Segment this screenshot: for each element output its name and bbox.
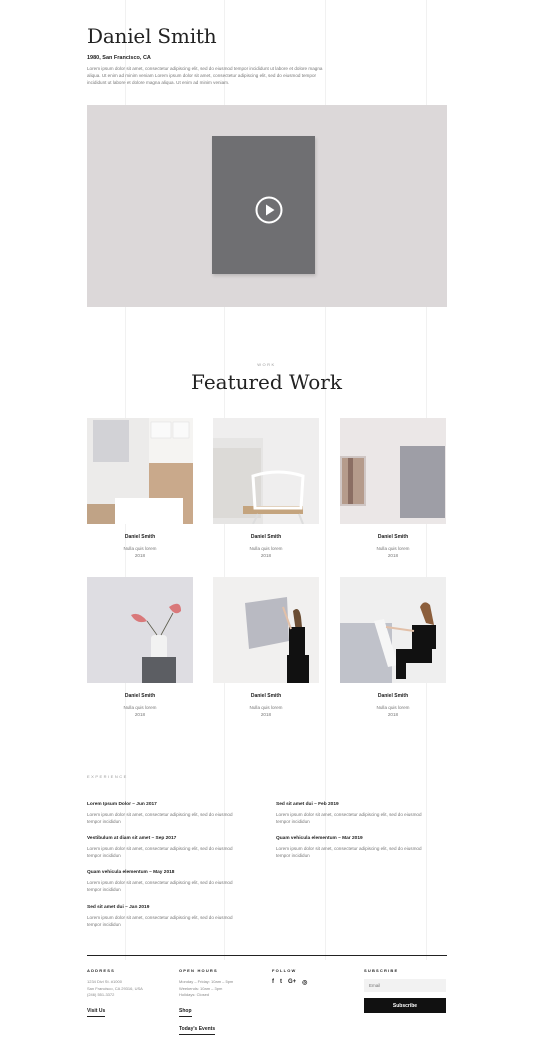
work-kicker: WORK — [257, 362, 276, 367]
work-card[interactable]: Daniel Smith Nulla quis lorem 2018 — [340, 577, 446, 718]
experience-item: Vestibulum at diam sit amet – Sep 2017 L… — [87, 836, 247, 859]
play-icon[interactable] — [255, 196, 283, 224]
featured-title: Featured Work — [191, 370, 342, 394]
experience-title: Quam vehicula elementum – May 2018 — [87, 870, 175, 875]
video-player[interactable] — [87, 105, 447, 307]
experience-body: Lorem ipsum dolor sit amet, consectetur … — [87, 915, 233, 927]
shop-link[interactable]: Shop — [179, 1008, 192, 1017]
work-card[interactable]: Daniel Smith Nulla quis lorem 2018 — [340, 418, 446, 559]
experience-title: Quam vehicula elementum – Mar 2019 — [276, 836, 363, 841]
footer-heading: OPEN HOURS — [179, 968, 218, 973]
twitter-icon[interactable]: t — [280, 979, 282, 986]
work-card-name: Daniel Smith — [124, 534, 156, 540]
work-card-subtitle: Nulla quis lorem 2018 — [123, 546, 157, 558]
work-card[interactable]: Daniel Smith Nulla quis lorem 2018 — [87, 577, 193, 718]
experience-body: Lorem ipsum dolor sit amet, consectetur … — [276, 812, 422, 824]
email-input[interactable] — [364, 979, 446, 992]
footer-heading: ADDRESS — [87, 968, 115, 973]
work-card-name: Daniel Smith — [377, 534, 409, 540]
footer-follow: FOLLOW f t G+ ◎ — [272, 968, 362, 986]
todays-events-link[interactable]: Today's Events — [179, 1026, 216, 1035]
experience-item: Quam vehicula elementum – May 2018 Lorem… — [87, 870, 247, 893]
intro-text: Lorem ipsum dolor sit amet, consectetur … — [87, 66, 323, 85]
work-image[interactable] — [213, 577, 319, 683]
experience-body: Lorem ipsum dolor sit amet, consectetur … — [87, 846, 233, 858]
subscribe-button[interactable]: Subscribe — [364, 998, 446, 1013]
experience-title: Sed sit amet dui – Jan 2019 — [87, 905, 150, 910]
experience-body: Lorem ipsum dolor sit amet, consectetur … — [87, 812, 233, 824]
visit-us-link[interactable]: Visit Us — [87, 1008, 106, 1017]
work-image[interactable] — [87, 577, 193, 683]
experience-body: Lorem ipsum dolor sit amet, consectetur … — [87, 880, 233, 892]
work-card-name: Daniel Smith — [377, 693, 409, 699]
experience-kicker: EXPERIENCE — [87, 774, 128, 779]
location: 1980, San Francisco, CA — [87, 55, 151, 61]
experience-title: Lorem Ipsum Dolor – Jun 2017 — [87, 802, 157, 807]
work-card-subtitle: Nulla quis lorem 2018 — [123, 705, 157, 717]
footer-divider — [87, 955, 447, 956]
work-image[interactable] — [213, 418, 319, 524]
hours-text: Monday – Friday: 10am – 5pm Weekends: 10… — [179, 979, 234, 997]
footer-subscribe: SUBSCRIBE Subscribe — [364, 968, 454, 1013]
work-image[interactable] — [87, 418, 193, 524]
work-card-subtitle: Nulla quis lorem 2018 — [376, 705, 410, 717]
work-card-name: Daniel Smith — [250, 534, 282, 540]
work-card[interactable]: Daniel Smith Nulla quis lorem 2018 — [213, 418, 319, 559]
footer-heading: SUBSCRIBE — [364, 968, 399, 973]
address-text: 1234 Divi St. #1000 San Francisco, CA 29… — [87, 979, 143, 997]
work-card-name: Daniel Smith — [250, 693, 282, 699]
footer-address: ADDRESS 1234 Divi St. #1000 San Francisc… — [87, 968, 177, 1017]
instagram-icon[interactable]: ◎ — [302, 979, 307, 986]
experience-item: Sed sit amet dui – Jan 2019 Lorem ipsum … — [87, 905, 247, 928]
facebook-icon[interactable]: f — [272, 979, 274, 986]
footer-hours: OPEN HOURS Monday – Friday: 10am – 5pm W… — [179, 968, 269, 1035]
work-card-subtitle: Nulla quis lorem 2018 — [249, 546, 283, 558]
work-image[interactable] — [340, 418, 446, 524]
social-icons: f t G+ ◎ — [272, 979, 362, 986]
work-card[interactable]: Daniel Smith Nulla quis lorem 2018 — [87, 418, 193, 559]
experience-body: Lorem ipsum dolor sit amet, consectetur … — [276, 846, 422, 858]
experience-title: Sed sit amet dui – Feb 2019 — [276, 802, 339, 807]
experience-item: Sed sit amet dui – Feb 2019 Lorem ipsum … — [276, 802, 436, 825]
experience-item: Quam vehicula elementum – Mar 2019 Lorem… — [276, 836, 436, 859]
work-card-subtitle: Nulla quis lorem 2018 — [376, 546, 410, 558]
work-card-name: Daniel Smith — [124, 693, 156, 699]
work-card[interactable]: Daniel Smith Nulla quis lorem 2018 — [213, 577, 319, 718]
page-title: Daniel Smith — [87, 24, 217, 48]
experience-item: Lorem Ipsum Dolor – Jun 2017 Lorem ipsum… — [87, 802, 247, 825]
work-card-subtitle: Nulla quis lorem 2018 — [249, 705, 283, 717]
footer-heading: FOLLOW — [272, 968, 297, 973]
google-plus-icon[interactable]: G+ — [288, 979, 296, 986]
work-image[interactable] — [340, 577, 446, 683]
experience-title: Vestibulum at diam sit amet – Sep 2017 — [87, 836, 177, 841]
